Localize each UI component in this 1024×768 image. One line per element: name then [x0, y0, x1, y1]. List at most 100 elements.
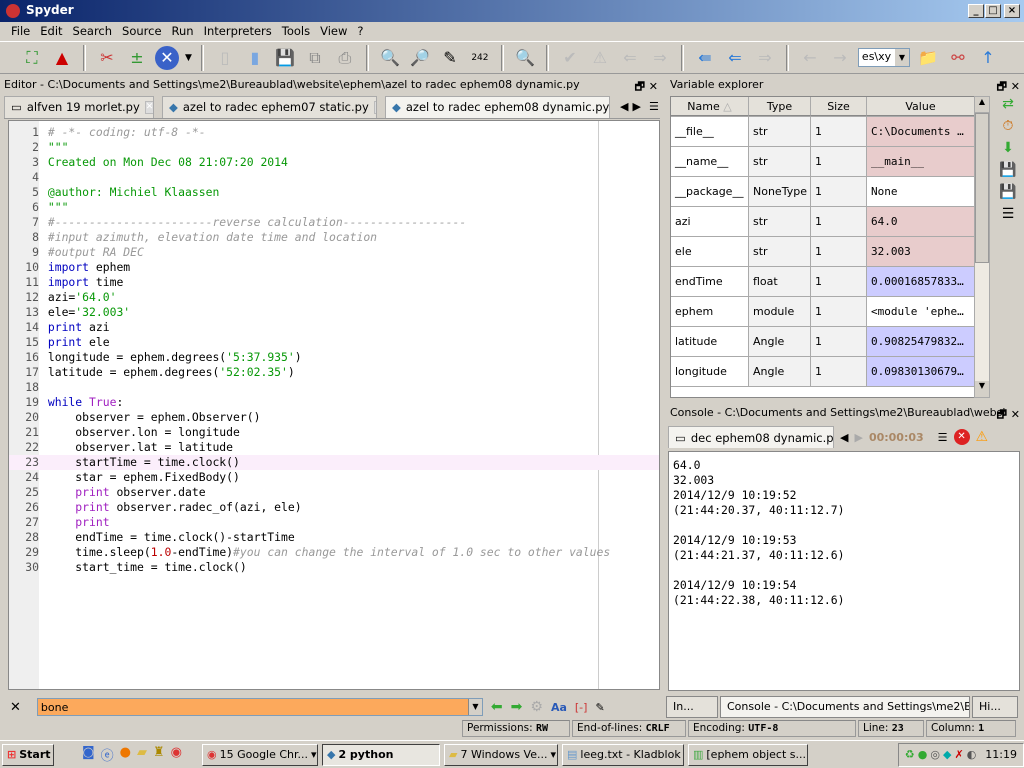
tray-icon[interactable]: ◆ — [943, 748, 951, 761]
tab-ephem08-dynamic[interactable]: ◆azel to radec ephem08 dynamic.py✕ — [385, 95, 610, 118]
tools-icon[interactable]: ✕ — [155, 45, 179, 70]
menu-interpreters[interactable]: Interpreters — [199, 22, 277, 40]
tab-object-inspector[interactable]: In... — [666, 696, 718, 718]
new-file-icon[interactable]: ▯ — [213, 46, 237, 70]
code-line[interactable]: 5 @author: Michiel Klaassen — [9, 185, 659, 200]
taskbar-item-chrome[interactable]: ◉ 15 Google Chr... ▾ — [201, 743, 318, 766]
code-line[interactable]: 16 longitude = ephem.degrees('5:37.935') — [9, 350, 659, 365]
tools-dropdown-icon[interactable]: ▼ — [185, 53, 192, 63]
save-data-as-icon[interactable]: 💾 — [999, 184, 1016, 200]
refresh-icon[interactable]: ⇄ — [1002, 96, 1014, 112]
code-line[interactable]: 11 import time — [9, 275, 659, 290]
code-line[interactable]: 26 print observer.radec_of(azi, ele) — [9, 500, 659, 515]
previous-warning-icon[interactable]: ⇐ — [618, 46, 642, 70]
table-row[interactable]: endTime float 1 0.00016857833… — [671, 267, 975, 297]
table-row[interactable]: ephem module 1 <module 'ephe… — [671, 297, 975, 327]
code-line[interactable]: 24 star = ephem.FixedBody() — [9, 470, 659, 485]
table-row[interactable]: __file__ str 1 C:\Documents … — [671, 117, 975, 147]
next-cursor-icon[interactable]: ⇒ — [753, 46, 777, 70]
minimize-button[interactable]: _ — [968, 4, 984, 18]
code-line[interactable]: 29 time.sleep(1.0-endTime)#you can chang… — [9, 545, 659, 560]
find-next-icon[interactable]: 🔎 — [408, 46, 432, 70]
chevron-down-icon[interactable]: ▼ — [467, 699, 482, 715]
start-button[interactable]: ⊞ Start — [2, 743, 54, 766]
code-line[interactable]: 30 start_time = time.clock() — [9, 560, 659, 575]
code-line[interactable]: 7 #-----------------------reverse calcul… — [9, 215, 659, 230]
working-directory-combo[interactable]: es\xy ▼ — [857, 48, 910, 67]
preferences-icon[interactable]: ✂ — [95, 46, 119, 70]
code-line[interactable]: 20 observer = ephem.Observer() — [9, 410, 659, 425]
code-line[interactable]: 13 ele='32.003' — [9, 305, 659, 320]
previous-cursor-icon[interactable]: ⇐ — [723, 46, 747, 70]
scroll-tabs-left-icon[interactable]: ◀ — [840, 431, 848, 444]
last-edit-location-icon[interactable]: ⇚ — [693, 46, 717, 70]
menu-run[interactable]: Run — [167, 22, 199, 40]
kill-process-icon[interactable]: ✕ — [953, 429, 970, 445]
menu-file[interactable]: File — [6, 22, 35, 40]
tab-ephem07-static[interactable]: ◆azel to radec ephem07 static.py✕ — [162, 95, 377, 118]
chrome-icon[interactable]: ◉ — [171, 745, 182, 764]
undock-close-icons[interactable]: 🗗 ✕ — [635, 78, 658, 97]
save-icon[interactable]: 💾 — [273, 46, 297, 70]
console-output[interactable]: 64.0 32.003 2014/12/9 10:19:52 (21:44:20.37… — [668, 451, 1020, 691]
close-tab-icon[interactable]: ✕ — [373, 100, 376, 114]
scroll-tabs-right-icon[interactable]: ▶ — [854, 431, 862, 444]
code-line[interactable]: 19 while True: — [9, 395, 659, 410]
browse-folder-icon[interactable]: 📁 — [916, 46, 940, 70]
python-path-icon[interactable]: ⚯ — [946, 46, 970, 70]
close-tab-icon[interactable]: ✕ — [144, 100, 153, 114]
tab-history[interactable]: Hi... — [972, 696, 1018, 718]
firefox-icon[interactable]: ● — [120, 745, 131, 764]
replace-icon[interactable]: ✎ — [438, 46, 462, 70]
case-sensitive-icon[interactable]: Aa — [551, 701, 567, 714]
tab-console[interactable]: Console - C:\Documents and Settings\me2\… — [720, 696, 970, 718]
parent-directory-icon[interactable]: ↑ — [976, 46, 1000, 70]
options-menu-icon[interactable]: ☰ — [1002, 206, 1015, 222]
scroll-tabs-left-icon[interactable]: ◀ — [620, 100, 628, 113]
code-line[interactable]: 14 print azi — [9, 320, 659, 335]
scroll-thumb[interactable] — [975, 113, 989, 263]
code-line[interactable]: 21 observer.lon = longitude — [9, 425, 659, 440]
show-desktop-icon[interactable]: ◙ — [82, 745, 95, 764]
code-line[interactable]: 10 import ephem — [9, 260, 659, 275]
scroll-up-icon[interactable]: ▲ — [975, 97, 989, 113]
taskbar-item-notepad[interactable]: ▤ leeg.txt - Kladblok — [561, 743, 684, 766]
find-icon[interactable]: 🔍 — [378, 46, 402, 70]
taskbar-item-windows-explorer[interactable]: ▰ 7 Windows Ve... ▾ — [443, 743, 558, 766]
menu-source[interactable]: Source — [117, 22, 167, 40]
whole-word-icon[interactable]: [-] — [575, 701, 588, 714]
code-line[interactable]: 17 latitude = ephem.degrees('52:02.35') — [9, 365, 659, 380]
maximize-pane-icon[interactable]: ⛶ — [20, 46, 44, 70]
code-line[interactable]: 15 print ele — [9, 335, 659, 350]
network-icon[interactable]: ✗ — [954, 748, 963, 761]
maximize-button[interactable]: □ — [985, 4, 1001, 18]
menu-view[interactable]: View — [315, 22, 352, 40]
highlight-icon[interactable]: ✎ — [595, 701, 604, 714]
menu-tools[interactable]: Tools — [277, 22, 315, 40]
table-row[interactable]: __name__ str 1 __main__ — [671, 147, 975, 177]
back-icon[interactable]: ← — [798, 46, 822, 70]
save-data-icon[interactable]: 💾 — [999, 162, 1016, 178]
menu-search[interactable]: Search — [68, 22, 118, 40]
scroll-down-icon[interactable]: ▼ — [975, 381, 989, 397]
options-menu-icon[interactable]: ☰ — [938, 431, 948, 444]
code-line[interactable]: 9 #output RA DEC — [9, 245, 659, 260]
auto-refresh-icon[interactable]: ⏱ — [1003, 118, 1014, 134]
tray-icon[interactable]: ● — [918, 748, 928, 761]
console-tab[interactable]: ▭dec ephem08 dynamic.py✕ — [668, 426, 834, 448]
code-line[interactable]: 23 startTime = time.clock() — [9, 455, 659, 470]
column-type[interactable]: Type — [749, 97, 811, 116]
find-next-icon[interactable]: ➡ — [511, 699, 523, 715]
close-find-icon[interactable]: ✕ — [10, 700, 21, 715]
chevron-down-icon[interactable]: ▼ — [894, 49, 909, 66]
tray-icon[interactable]: ♻ — [905, 748, 915, 761]
save-all-icon[interactable]: ⧉ — [303, 46, 327, 70]
find-input[interactable]: bone ▼ — [36, 698, 483, 716]
code-line[interactable]: 12 azi='64.0' — [9, 290, 659, 305]
code-line[interactable]: 22 observer.lat = latitude — [9, 440, 659, 455]
next-warning-icon[interactable]: ⇒ — [648, 46, 672, 70]
warning-icon[interactable]: ⚠ — [976, 429, 989, 445]
variable-scrollbar[interactable]: ▲ ▼ — [974, 96, 990, 398]
column-value[interactable]: Value — [867, 97, 975, 116]
forward-icon[interactable]: → — [828, 46, 852, 70]
